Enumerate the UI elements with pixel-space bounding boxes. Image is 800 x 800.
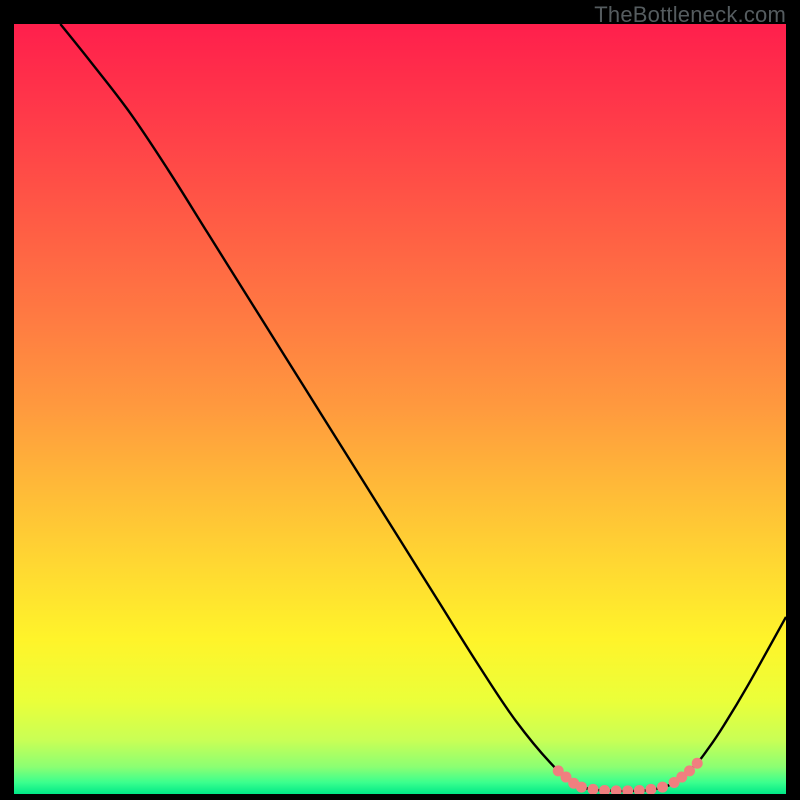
- chart-svg: [14, 24, 786, 794]
- chart-frame: [14, 24, 786, 794]
- highlight-dot: [657, 782, 668, 793]
- highlight-dot: [692, 758, 703, 769]
- gradient-background: [14, 24, 786, 794]
- highlight-dot: [576, 782, 587, 793]
